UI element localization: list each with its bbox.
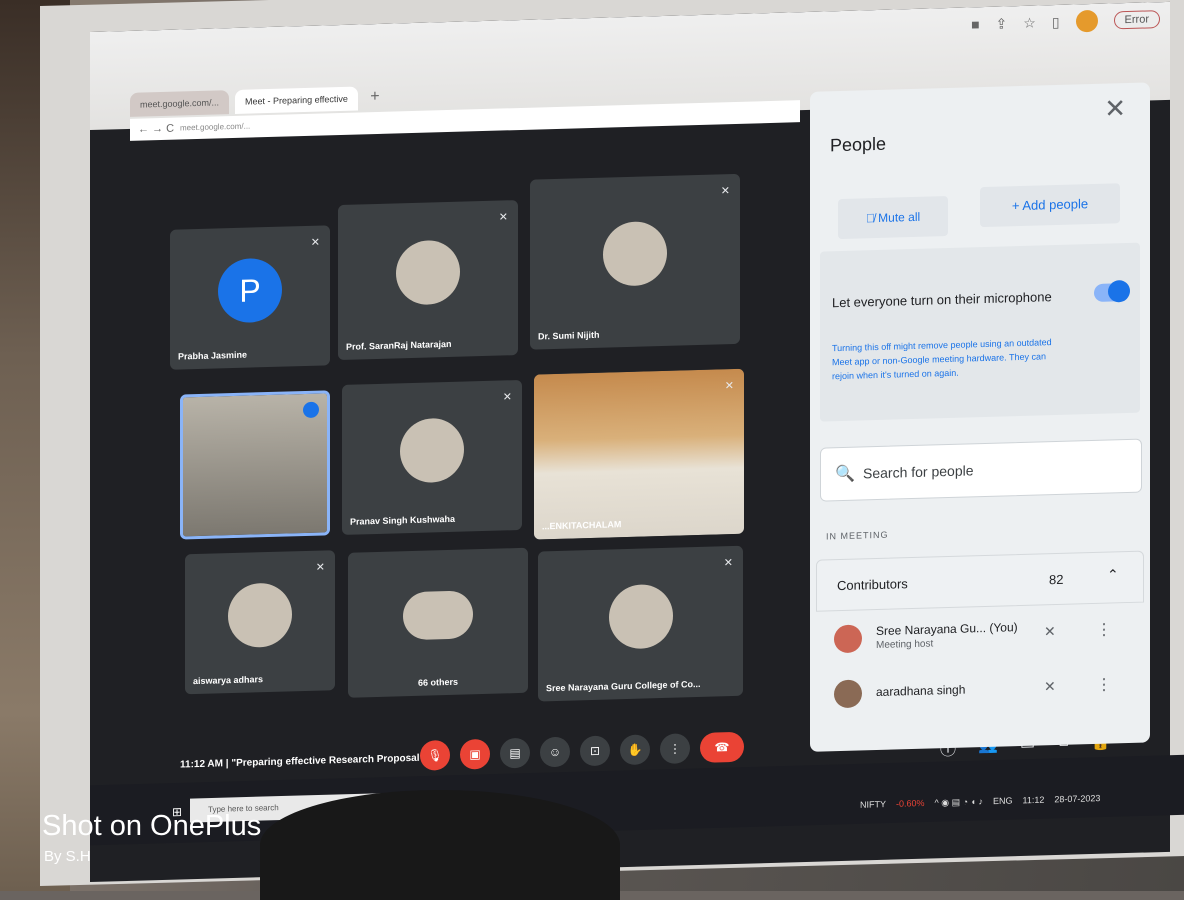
search-icon: 🔍 xyxy=(835,465,855,484)
college-logo xyxy=(608,583,673,650)
profile-avatar[interactable] xyxy=(1075,9,1098,33)
more-options-button[interactable]: ⋮ xyxy=(660,733,690,765)
mic-off-icon: ✕ xyxy=(310,236,320,249)
avatar xyxy=(400,417,464,483)
add-people-button[interactable]: + Add people xyxy=(980,183,1120,228)
contributors-header[interactable]: Contributors 82 ⌃ xyxy=(816,550,1144,612)
mic-off-icon: ✕ xyxy=(498,211,508,224)
mic-off-icon: 🎙̸ xyxy=(865,210,879,226)
new-tab-button[interactable]: + xyxy=(364,86,386,111)
nifty-change: -0.60% xyxy=(896,798,925,809)
participant-name: Pranav Singh Kushwaha xyxy=(350,513,456,527)
share-icon[interactable]: ⇪ xyxy=(996,15,1008,32)
call-controls: 🎙 ▣ ▤ ☺ ⊡ ✋ ⋮ ☎ xyxy=(420,731,744,771)
participant-name: Sree Narayana Guru College of Co... xyxy=(546,678,701,694)
participant-tile[interactable]: ✕ Prof. SaranRaj Natarajan xyxy=(338,200,518,361)
raise-hand-button[interactable]: ✋ xyxy=(620,734,650,766)
meeting-info: 11:12 AM | "Preparing effective Research… xyxy=(180,752,441,771)
close-icon[interactable]: ✕ xyxy=(1104,93,1126,125)
error-chip[interactable]: Error xyxy=(1113,10,1160,30)
avatar xyxy=(396,239,460,306)
avatar xyxy=(834,679,862,709)
participant-name: Dr. Sumi Nijith xyxy=(538,329,600,342)
avatar: P xyxy=(218,257,282,324)
camera-feed xyxy=(534,368,744,540)
mic-off-icon: ✕ xyxy=(723,557,733,570)
contributors-count: 82 xyxy=(1049,571,1064,588)
person-role: Meeting host xyxy=(876,638,934,652)
nifty-label: NIFTY xyxy=(860,799,886,810)
participant-tile-active[interactable] xyxy=(180,390,330,540)
participant-name: Prabha Jasmine xyxy=(178,349,248,362)
participant-tile[interactable]: ✕ Dr. Sumi Nijith xyxy=(530,173,740,350)
video-grid: P ✕ Prabha Jasmine ✕ Prof. SaranRaj Nata… xyxy=(170,172,810,710)
url-text: meet.google.com/... xyxy=(180,121,251,133)
present-button[interactable]: ⊡ xyxy=(580,735,610,767)
participant-tile[interactable]: ✕ Pranav Singh Kushwaha xyxy=(342,379,522,535)
panel-title: People xyxy=(830,133,887,156)
browser-toolbar: ■ ⇪ ☆ ▯ Error xyxy=(971,8,1160,35)
participant-name: aiswarya adhars xyxy=(193,674,264,687)
mic-option-label: Let everyone turn on their microphone xyxy=(832,289,1052,311)
mic-permission-setting: Let everyone turn on their microphone Tu… xyxy=(820,242,1140,422)
people-panel: People ✕ 🎙̸ Mute all + Add people Let ev… xyxy=(810,82,1150,752)
clock-time: 11:12 xyxy=(1022,794,1045,806)
avatar xyxy=(603,220,667,287)
search-placeholder: Search for people xyxy=(863,462,974,482)
mic-toggle-button[interactable]: 🎙 xyxy=(420,739,450,771)
person-name: aaradhana singh xyxy=(876,682,966,700)
avatar xyxy=(834,624,862,654)
clock-date: 28-07-2023 xyxy=(1054,793,1101,805)
sidebar-icon[interactable]: ▯ xyxy=(1052,13,1060,30)
mic-permission-toggle[interactable] xyxy=(1094,283,1128,302)
emoji-button[interactable]: ☺ xyxy=(540,736,570,768)
mic-off-icon: ✕ xyxy=(502,391,512,404)
avatar-group xyxy=(403,590,473,641)
participant-name: Prof. SaranRaj Natarajan xyxy=(346,338,452,352)
camera-watermark-credit: By S.H xyxy=(44,848,91,865)
more-options-icon[interactable]: ⋮ xyxy=(1096,619,1112,639)
mic-off-icon: ✕ xyxy=(724,380,734,393)
list-item[interactable]: Sree Narayana Gu... (You) Meeting host ✕… xyxy=(834,613,1134,661)
tray-icons[interactable]: ^ ◉ ▤ ◔ ◖ ♪ xyxy=(935,796,983,808)
person-name: Sree Narayana Gu... (You) xyxy=(876,620,1018,639)
system-tray: NIFTY -0.60% ^ ◉ ▤ ◔ ◖ ♪ ENG 11:12 28-07… xyxy=(860,793,1100,811)
camera-toggle-button[interactable]: ▣ xyxy=(460,738,490,770)
add-person-icon: + xyxy=(1011,197,1023,214)
tab-first[interactable]: meet.google.com/... xyxy=(130,90,230,117)
contributors-label: Contributors xyxy=(837,576,908,594)
mute-all-button[interactable]: 🎙̸ Mute all xyxy=(838,196,948,240)
chevron-up-icon[interactable]: ⌃ xyxy=(1107,566,1119,583)
end-call-button[interactable]: ☎ xyxy=(700,731,744,763)
more-options-icon[interactable]: ⋮ xyxy=(1096,674,1112,694)
star-icon[interactable]: ☆ xyxy=(1023,14,1036,31)
search-people-input[interactable]: 🔍 Search for people xyxy=(820,438,1142,502)
camera-watermark: Shot on OnePlus xyxy=(42,810,262,842)
tab-meet[interactable]: Meet - Preparing effective xyxy=(235,86,358,114)
participant-tile[interactable]: P ✕ Prabha Jasmine xyxy=(170,225,330,370)
projected-display: meet.google.com/... Meet - Preparing eff… xyxy=(90,1,1170,882)
participant-tile[interactable]: ✕ aiswarya adhars xyxy=(185,550,335,695)
mic-off-icon: ✕ xyxy=(315,561,325,574)
language-indicator[interactable]: ENG xyxy=(993,796,1013,808)
others-tile[interactable]: 66 others xyxy=(348,547,528,698)
mic-off-icon[interactable]: ✕ xyxy=(1044,623,1056,640)
foreground-silhouette xyxy=(260,790,620,900)
avatar xyxy=(228,582,292,649)
others-count: 66 others xyxy=(418,676,459,688)
camera-icon[interactable]: ■ xyxy=(971,16,979,32)
mic-off-icon[interactable]: ✕ xyxy=(1044,678,1056,695)
list-item[interactable]: aaradhana singh ✕ ⋮ xyxy=(834,668,1134,716)
mic-off-icon: ✕ xyxy=(720,185,730,198)
mic-option-description: Turning this off might remove people usi… xyxy=(832,337,1052,382)
captions-button[interactable]: ▤ xyxy=(500,737,530,769)
participant-tile[interactable]: ✕ ...ENKITACHALAM xyxy=(534,368,744,540)
participant-tile[interactable]: ✕ Sree Narayana Guru College of Co... xyxy=(538,545,743,702)
back-forward-reload-icons[interactable]: ← → C xyxy=(138,118,174,141)
section-heading: IN MEETING xyxy=(826,529,889,542)
